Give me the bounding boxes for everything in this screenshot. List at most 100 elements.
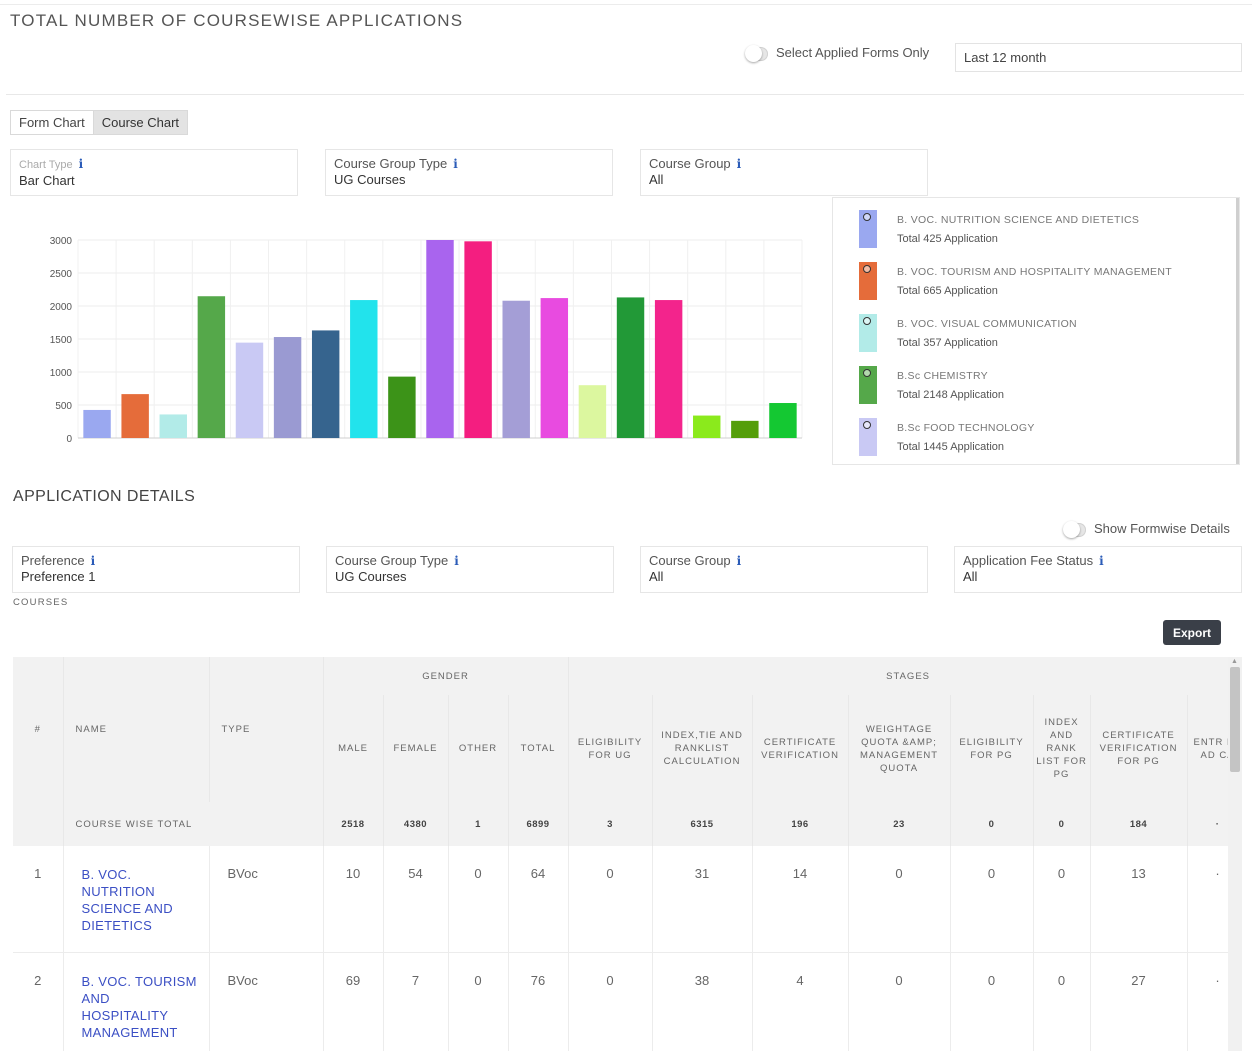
course-name-link[interactable]: B. VOC. TOURISM AND HOSPITALITY MANAGEME…: [63, 952, 210, 1051]
details-course-group-value: All: [649, 569, 664, 584]
info-icon: i: [736, 554, 742, 568]
legend-radio-icon[interactable]: [863, 213, 871, 221]
col-eligibility-ug: ELIGIBILITY FOR UG: [568, 695, 653, 802]
bar: [83, 409, 111, 438]
total-other: 1: [448, 802, 509, 846]
row-elig-pg: 0: [950, 846, 1034, 953]
details-course-group-type-value: UG Courses: [335, 569, 407, 584]
bar: [273, 337, 302, 438]
bar: [693, 415, 721, 438]
chart-tabs: Form Chart Course Chart: [10, 110, 189, 135]
col-index-tie: INDEX,TIE AND RANKLIST CALCULATION: [652, 695, 753, 802]
details-course-group-type-select[interactable]: Course Group Type i UG Courses: [326, 546, 614, 593]
info-icon: i: [78, 157, 84, 171]
bar: [578, 385, 607, 438]
chart-type-label: Chart Type i: [19, 157, 84, 171]
total-total: 6899: [508, 802, 569, 846]
row-elig-ug: 0: [568, 952, 653, 1051]
tab-course-chart[interactable]: Course Chart: [92, 111, 188, 134]
row-type: BVoc: [209, 952, 324, 1051]
bar: [350, 300, 378, 438]
courses-table: # NAME TYPE GENDER STAGES MALE FEMALE OT…: [13, 657, 1228, 1051]
total-female: 4380: [383, 802, 449, 846]
legend-swatch: [859, 262, 877, 300]
legend-radio-icon[interactable]: [863, 265, 871, 273]
row-cert-ver-pg: 27: [1090, 952, 1188, 1051]
y-tick-label: 1000: [50, 368, 73, 379]
info-icon: i: [1099, 554, 1104, 568]
row-index-tie: 38: [652, 952, 753, 1051]
applied-forms-toggle[interactable]: Select Applied Forms Only: [745, 44, 929, 62]
group-gender: GENDER: [323, 657, 569, 695]
course-group-select[interactable]: Course Group i All: [640, 149, 928, 196]
chart-type-select[interactable]: Chart Type i Bar Chart: [10, 149, 298, 196]
preference-value: Preference 1: [21, 569, 96, 584]
top-divider: [0, 4, 1252, 5]
group-stages: STAGES: [568, 657, 1228, 695]
courses-label: COURSES: [13, 597, 69, 608]
period-select[interactable]: Last 12 month: [955, 43, 1242, 72]
y-tick-label: 2500: [50, 269, 73, 280]
legend-radio-icon[interactable]: [863, 421, 871, 429]
bar: [235, 342, 264, 438]
details-course-group-select[interactable]: Course Group i All: [640, 546, 928, 593]
toggle-switch[interactable]: [1063, 520, 1086, 538]
formwise-details-toggle[interactable]: Show Formwise Details: [1063, 520, 1230, 538]
legend-total: Total 1445 Application: [897, 441, 1005, 453]
bar: [769, 403, 797, 438]
legend-swatch: [859, 210, 877, 248]
course-name-link[interactable]: B. VOC. NUTRITION SCIENCE AND DIETETICS: [63, 846, 210, 953]
legend-scrollbar[interactable]: [1236, 198, 1239, 464]
total-elig-pg: 0: [950, 802, 1034, 846]
y-tick-label: 0: [66, 434, 72, 445]
total-elig-ug: 3: [568, 802, 653, 846]
table-scrollbar[interactable]: ▲: [1228, 657, 1242, 1051]
courses-table-container: # NAME TYPE GENDER STAGES MALE FEMALE OT…: [13, 657, 1228, 1051]
col-eligibility-pg: ELIGIBILITY FOR PG: [950, 695, 1034, 802]
row-index-tie: 31: [652, 846, 753, 953]
info-icon: i: [90, 554, 96, 568]
legend-radio-icon[interactable]: [863, 317, 871, 325]
row-index-rank-pg: 0: [1033, 846, 1091, 953]
legend-swatch: [859, 314, 877, 352]
row-other: 0: [448, 952, 509, 1051]
total-weightage: 23: [848, 802, 951, 846]
legend-name: B. VOC. VISUAL COMMUNICATION: [897, 318, 1077, 330]
course-group-type-select[interactable]: Course Group Type i UG Courses: [325, 149, 613, 196]
bar: [311, 330, 340, 438]
bar: [159, 414, 187, 438]
legend-total: Total 2148 Application: [897, 389, 1005, 401]
total-index-rank-pg: 0: [1033, 802, 1091, 846]
scroll-up-icon[interactable]: ▲: [1231, 658, 1238, 665]
col-certificate-verification: CERTIFICATE VERIFICATION: [752, 695, 849, 802]
preference-select[interactable]: Preference i Preference 1: [12, 546, 300, 593]
export-button[interactable]: Export: [1163, 620, 1221, 645]
row-entr: ·: [1187, 952, 1228, 1051]
row-cert-ver: 4: [752, 952, 849, 1051]
col-type: TYPE: [209, 657, 324, 802]
row-female: 54: [383, 846, 449, 953]
col-total: TOTAL: [508, 695, 569, 802]
row-index-rank-pg: 0: [1033, 952, 1091, 1051]
details-course-group-type-label: Course Group Type i: [335, 553, 459, 568]
scrollbar-thumb[interactable]: [1230, 667, 1240, 772]
legend-total: Total 425 Application: [897, 233, 998, 245]
fee-status-value: All: [963, 569, 978, 584]
legend-radio-icon[interactable]: [863, 369, 871, 377]
course-group-label: Course Group i: [649, 156, 742, 171]
row-female: 7: [383, 952, 449, 1051]
course-group-value: All: [649, 172, 664, 187]
fee-status-select[interactable]: Application Fee Status i All: [954, 546, 1242, 593]
info-icon: i: [453, 157, 458, 171]
total-label: COURSE WISE TOTAL: [63, 802, 324, 846]
preference-label: Preference i: [21, 553, 96, 568]
row-num: 1: [13, 846, 64, 953]
fee-status-label: Application Fee Status i: [963, 553, 1104, 568]
info-icon: i: [454, 554, 459, 568]
row-cert-ver-pg: 13: [1090, 846, 1188, 953]
bar: [426, 240, 454, 438]
course-wise-total-row: COURSE WISE TOTAL 2518 4380 1 6899 3 631…: [13, 802, 1228, 846]
bar: [197, 296, 226, 438]
toggle-switch[interactable]: [745, 44, 768, 62]
tab-form-chart[interactable]: Form Chart: [11, 111, 93, 134]
